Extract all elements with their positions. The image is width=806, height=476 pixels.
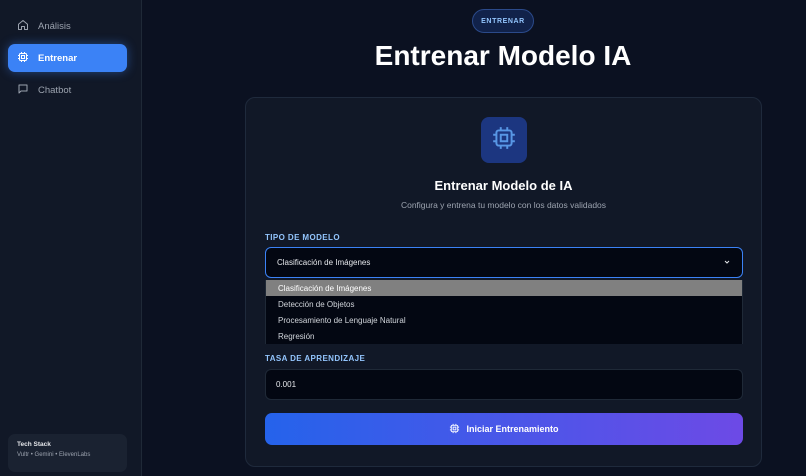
learning-rate-input[interactable]: 0.001 <box>265 369 743 400</box>
tech-stack-list: Vultr • Gemini • ElevenLabs <box>17 452 91 458</box>
chip-icon <box>449 423 460 436</box>
sidebar-item-chatbot[interactable]: Chatbot <box>8 76 127 104</box>
model-type-value: Clasificación de Imágenes <box>277 258 371 267</box>
sidebar-item-analisis[interactable]: Análisis <box>8 12 127 40</box>
card-icon-box <box>481 117 527 163</box>
dropdown-option[interactable]: Regresión <box>266 328 742 344</box>
page-title: Entrenar Modelo IA <box>374 40 632 71</box>
card-title: Entrenar Modelo de IA <box>434 178 573 193</box>
learning-rate-value: 0.001 <box>276 380 297 389</box>
home-icon <box>17 19 29 34</box>
sidebar-item-entrenar[interactable]: Entrenar <box>8 44 127 72</box>
chip-icon <box>491 125 517 156</box>
tech-stack-title: Tech Stack <box>17 441 51 448</box>
section-badge: ENTRENAR <box>472 9 534 33</box>
dropdown-option[interactable]: Procesamiento de Lenguaje Natural <box>266 312 742 328</box>
training-card: Entrenar Modelo de IA Configura y entren… <box>245 97 762 467</box>
dropdown-option[interactable]: Detección de Objetos <box>266 296 742 312</box>
model-type-dropdown: Clasificación de Imágenes Detección de O… <box>265 280 743 344</box>
start-training-button[interactable]: Iniciar Entrenamiento <box>265 413 743 445</box>
dropdown-option[interactable]: Clasificación de Imágenes <box>266 280 742 296</box>
app-root: Análisis Entrenar Chatbot Tech Stack Vul… <box>0 0 806 476</box>
tech-stack-panel: Tech Stack Vultr • Gemini • ElevenLabs <box>8 434 127 472</box>
sidebar-item-label: Análisis <box>38 20 71 32</box>
model-type-select[interactable]: Clasificación de Imágenes <box>265 247 743 278</box>
chip-icon <box>17 51 29 66</box>
chat-icon <box>17 83 29 98</box>
card-subtitle: Configura y entrena tu modelo con los da… <box>400 200 607 210</box>
sidebar: Análisis Entrenar Chatbot Tech Stack Vul… <box>0 0 142 476</box>
start-training-label: Iniciar Entrenamiento <box>466 424 559 434</box>
sidebar-item-label: Entrenar <box>38 52 78 64</box>
model-type-label: TIPO DE MODELO <box>265 233 340 242</box>
chevron-down-icon <box>723 258 731 268</box>
sidebar-nav: Análisis Entrenar Chatbot <box>8 12 127 108</box>
sidebar-item-label: Chatbot <box>38 84 72 96</box>
learning-rate-label: TASA DE APRENDIZAJE <box>265 354 366 363</box>
